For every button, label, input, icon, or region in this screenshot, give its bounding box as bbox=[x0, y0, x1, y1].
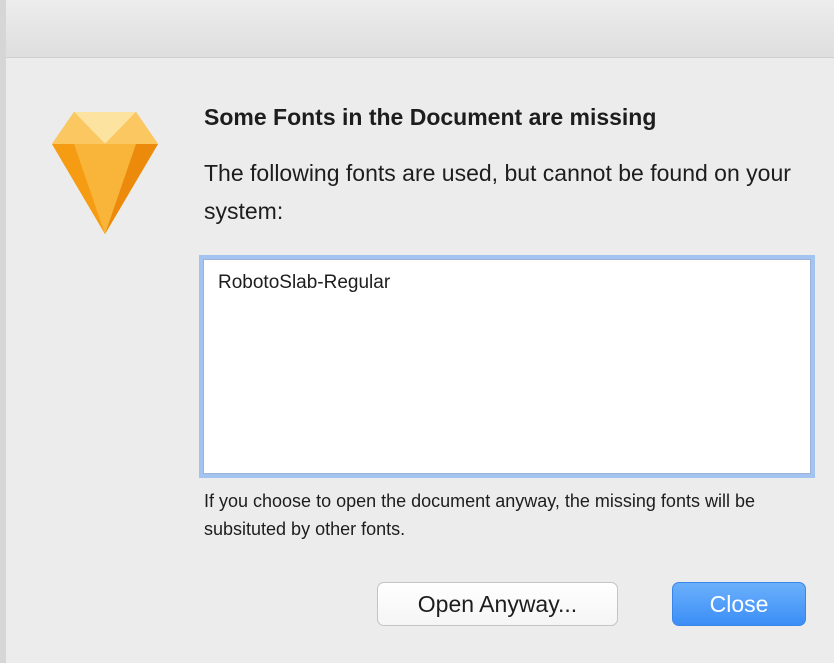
dialog-window: Some Fonts in the Document are missing T… bbox=[0, 0, 834, 663]
dialog-note: If you choose to open the document anywa… bbox=[204, 491, 755, 539]
open-anyway-button[interactable]: Open Anyway... bbox=[377, 582, 618, 626]
missing-fonts-list[interactable]: RobotoSlab-Regular bbox=[203, 259, 811, 474]
dialog-message: The following fonts are used, but cannot… bbox=[204, 160, 791, 224]
list-item[interactable]: RobotoSlab-Regular bbox=[218, 270, 796, 296]
dialog-title: Some Fonts in the Document are missing bbox=[204, 104, 657, 130]
title-bar[interactable] bbox=[6, 0, 834, 58]
close-button[interactable]: Close bbox=[672, 582, 806, 626]
sketch-diamond-icon bbox=[52, 112, 158, 234]
